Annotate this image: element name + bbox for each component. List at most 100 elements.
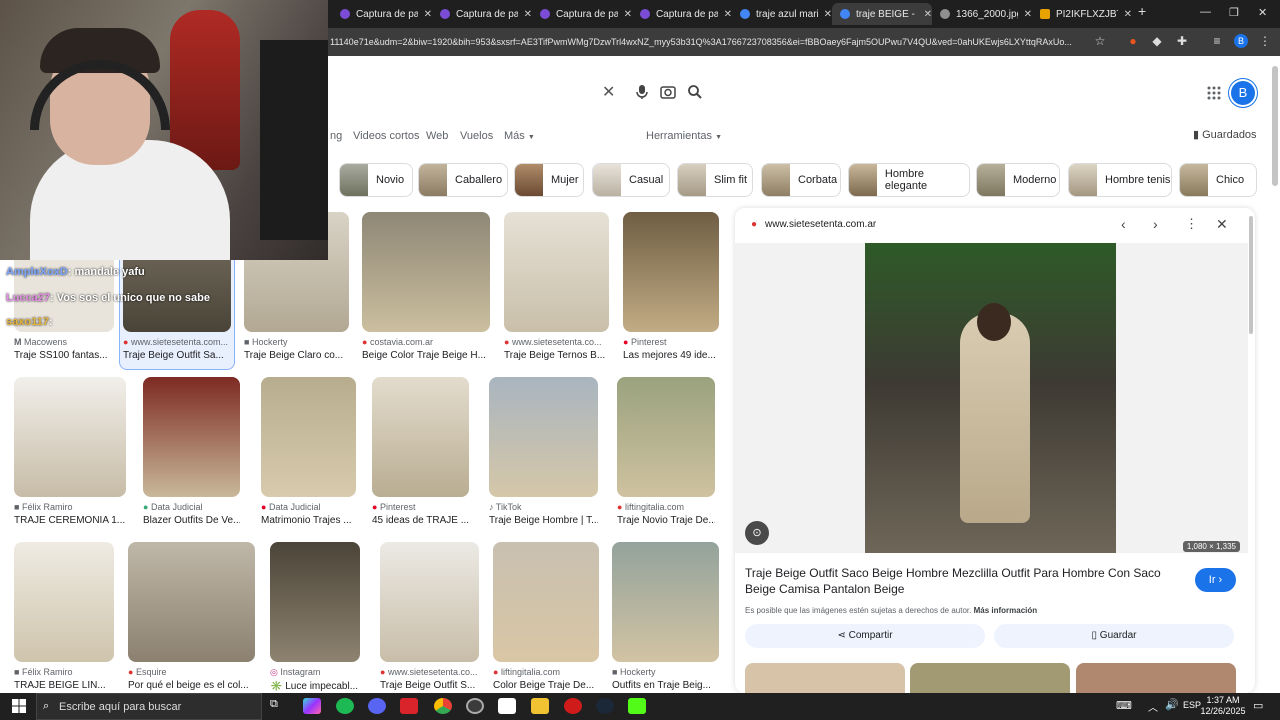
result-image[interactable] xyxy=(380,542,479,662)
minimize-icon[interactable]: — xyxy=(1200,6,1211,18)
share-button[interactable]: ⋖ Compartir xyxy=(745,624,985,648)
chip-corbata[interactable]: Corbata xyxy=(761,163,841,197)
tab-videos-cortos[interactable]: Videos cortos xyxy=(353,130,419,142)
result-title[interactable]: Traje Beige Hombre | T... xyxy=(489,515,598,526)
more-info-link[interactable]: Más información xyxy=(974,606,1038,615)
close-icon[interactable]: ✕ xyxy=(424,9,432,20)
result-title[interactable]: Traje Beige Ternos B... xyxy=(504,350,609,361)
notification-icon[interactable]: ▭ xyxy=(1253,699,1263,712)
browser-tab[interactable]: 1366_2000.jpg ✕ xyxy=(932,3,1032,25)
browser-tab[interactable]: Captura de pa ✕ xyxy=(532,3,632,25)
opera-icon[interactable] xyxy=(564,698,582,714)
obs-icon[interactable] xyxy=(466,698,484,714)
close-icon[interactable]: ✕ xyxy=(624,9,632,20)
result-image[interactable] xyxy=(612,542,719,662)
result-title[interactable]: Traje Novio Traje De... xyxy=(617,515,715,526)
image-result[interactable]: ● Esquire Por qué el beige es el col... xyxy=(128,542,255,691)
result-image[interactable] xyxy=(14,542,114,662)
tab-mas[interactable]: Más ▼ xyxy=(504,130,535,142)
kick-icon[interactable] xyxy=(628,698,646,714)
next-icon[interactable]: › xyxy=(1153,216,1158,232)
new-tab-icon[interactable]: + xyxy=(1138,3,1146,19)
related-image[interactable] xyxy=(910,663,1070,693)
account-avatar[interactable]: B xyxy=(1231,81,1255,105)
clock[interactable]: 1:37 AM 12/26/2025 xyxy=(1200,695,1246,717)
result-image[interactable] xyxy=(128,542,255,662)
image-result[interactable]: ● liftingitalia.com Color Beige Traje De… xyxy=(493,542,599,691)
tab-web[interactable]: Web xyxy=(426,130,448,142)
search-bar[interactable]: ✕ xyxy=(330,76,715,112)
saved-button[interactable]: ▮ Guardados xyxy=(1193,128,1257,141)
result-title[interactable]: Traje Beige Outfit Sa... xyxy=(123,350,231,361)
chrome-icon[interactable] xyxy=(434,698,452,714)
result-title[interactable]: TRAJE BEIGE LIN... xyxy=(14,680,114,691)
result-title[interactable]: Blazer Outfits De Ve... xyxy=(143,515,240,526)
result-title[interactable]: Traje SS100 fantas... xyxy=(14,350,114,361)
puzzle-icon[interactable]: ✚ xyxy=(1175,34,1189,48)
tools-button[interactable]: Herramientas ▼ xyxy=(646,130,722,142)
result-title[interactable]: ✳️ Luce impecabl... xyxy=(270,681,360,692)
taskbar-search[interactable]: ⌕ Escribe aquí para buscar xyxy=(36,693,262,720)
close-icon[interactable]: ✕ xyxy=(524,9,532,20)
chip-chico[interactable]: Chico xyxy=(1179,163,1257,197)
result-image[interactable] xyxy=(489,377,598,497)
browser-tab[interactable]: Captura de pa ✕ xyxy=(632,3,732,25)
result-title[interactable]: 45 ideas de TRAJE ... xyxy=(372,515,469,526)
tab-vuelos[interactable]: Vuelos xyxy=(460,130,493,142)
result-image[interactable] xyxy=(143,377,240,497)
discord-icon[interactable] xyxy=(368,698,386,714)
extension-fox-icon[interactable]: ● xyxy=(1126,34,1140,48)
result-image[interactable] xyxy=(362,212,490,332)
preview-title[interactable]: Traje Beige Outfit Saco Beige Hombre Mez… xyxy=(745,565,1175,597)
close-window-icon[interactable]: ✕ xyxy=(1258,6,1267,19)
browser-tab[interactable]: Captura de pa ✕ xyxy=(432,3,532,25)
go-button[interactable]: Ir › xyxy=(1195,568,1236,592)
preview-image[interactable] xyxy=(865,243,1116,553)
task-view-icon[interactable]: ⧉ xyxy=(270,698,288,714)
close-icon[interactable]: ✕ xyxy=(1124,9,1132,20)
clear-icon[interactable]: ✕ xyxy=(602,82,615,102)
chip-novio[interactable]: Novio xyxy=(339,163,413,197)
image-result[interactable]: ● Pinterest 45 ideas de TRAJE ... xyxy=(372,377,469,526)
related-image[interactable] xyxy=(1076,663,1236,693)
mic-icon[interactable] xyxy=(636,84,648,103)
volume-icon[interactable]: 🔊 xyxy=(1165,698,1179,711)
media-icon[interactable]: ≡ xyxy=(1210,34,1224,48)
preview-source[interactable]: ● www.sietesetenta.com.ar xyxy=(751,219,876,230)
windows-start-icon[interactable] xyxy=(12,699,26,713)
image-result[interactable]: ■ Hockerty Outfits en Traje Beig... xyxy=(612,542,719,691)
close-icon[interactable]: ✕ xyxy=(1216,216,1228,233)
browser-tab[interactable]: Captura de pa ✕ xyxy=(332,3,432,25)
spotify-icon[interactable] xyxy=(336,698,354,714)
image-result[interactable]: ● Data Judicial Blazer Outfits De Ve... xyxy=(143,377,240,526)
chip-mujer[interactable]: Mujer xyxy=(514,163,584,197)
panel-scrollbar[interactable] xyxy=(1249,216,1253,334)
result-image[interactable] xyxy=(261,377,356,497)
tab-label-partial[interactable]: ng xyxy=(330,130,342,142)
image-result[interactable]: ■ Félix Ramiro TRAJE CEREMONIA 1... xyxy=(14,377,126,526)
steam-icon[interactable] xyxy=(596,698,614,714)
result-title[interactable]: Traje Beige Claro co... xyxy=(244,350,349,361)
image-result[interactable]: ● www.sietesetenta.co... Traje Beige Out… xyxy=(380,542,479,691)
result-image[interactable] xyxy=(14,377,126,497)
language-indicator[interactable]: ESP xyxy=(1183,700,1201,710)
result-image[interactable] xyxy=(617,377,715,497)
chevron-up-icon[interactable]: ︿ xyxy=(1148,699,1158,714)
result-image[interactable] xyxy=(270,542,360,662)
voicemod-icon[interactable] xyxy=(400,698,418,714)
restore-icon[interactable]: ❐ xyxy=(1229,6,1239,19)
result-title[interactable]: Outfits en Traje Beig... xyxy=(612,680,719,691)
chip-caballero[interactable]: Caballero xyxy=(418,163,508,197)
apps-grid-icon[interactable] xyxy=(1207,86,1221,103)
save-button[interactable]: ▯ Guardar xyxy=(994,624,1234,648)
chip-moderno[interactable]: Moderno xyxy=(976,163,1060,197)
result-image[interactable] xyxy=(623,212,719,332)
chip-hombre-elegante[interactable]: Hombre elegante xyxy=(848,163,970,197)
image-result[interactable]: ● liftingitalia.com Traje Novio Traje De… xyxy=(617,377,715,526)
result-title[interactable]: Las mejores 49 ide... xyxy=(623,350,719,361)
result-image[interactable] xyxy=(504,212,609,332)
chip-slim-fit[interactable]: Slim fit xyxy=(677,163,753,197)
browser-tab[interactable]: traje azul marin ✕ xyxy=(732,3,832,25)
close-icon[interactable]: ✕ xyxy=(924,9,932,20)
lens-search-icon[interactable]: ⊙ xyxy=(745,521,769,545)
